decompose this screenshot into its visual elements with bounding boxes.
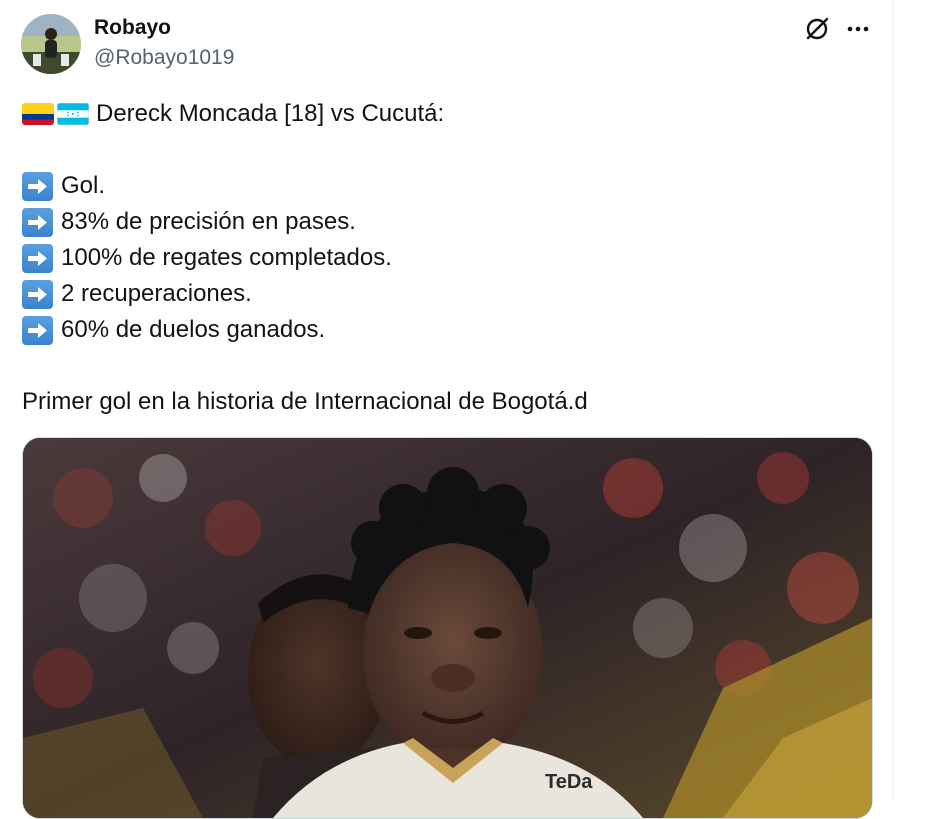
more-dots-icon[interactable]: [843, 14, 873, 44]
flags: [22, 103, 89, 125]
right-arrow-icon: [22, 207, 53, 237]
stat-text: 60% de duelos ganados.: [61, 316, 326, 343]
tweet-text: Dereck Moncada [18] vs Cucutá: Gol. 83% …: [22, 96, 872, 420]
tweet[interactable]: Robayo @Robayo1019 Dereck Moncada [18] v…: [0, 0, 893, 819]
stat-item: 2 recuperaciones.: [22, 276, 872, 312]
closing-line: Primer gol en la historia de Internacion…: [22, 388, 588, 415]
right-arrow-icon: [22, 243, 53, 273]
stat-item: 83% de precisión en pases.: [22, 204, 872, 240]
right-arrow-icon: [22, 279, 53, 309]
column-divider: [893, 0, 894, 800]
user-handle[interactable]: @Robayo1019: [94, 46, 234, 70]
right-arrow-icon: [22, 171, 53, 201]
stat-item: 100% de regates completados.: [22, 240, 872, 276]
tweet-photo[interactable]: TeDa: [22, 437, 873, 819]
honduras-flag-icon: [57, 103, 89, 125]
stat-item: Gol.: [22, 168, 872, 204]
stat-text: 2 recuperaciones.: [61, 280, 252, 307]
stat-text: 100% de regates completados.: [61, 244, 392, 271]
jersey-sponsor-text: TeDa: [545, 771, 593, 793]
stat-text: Gol.: [61, 172, 106, 199]
avatar[interactable]: [21, 14, 81, 74]
stat-item: 60% de duelos ganados.: [22, 312, 872, 348]
headline-line: Dereck Moncada [18] vs Cucutá:: [22, 96, 872, 132]
headline-text: Dereck Moncada [18] vs Cucutá:: [96, 100, 445, 127]
stat-text: 83% de precisión en pases.: [61, 208, 356, 235]
right-arrow-icon: [22, 315, 53, 345]
display-name[interactable]: Robayo: [94, 16, 171, 40]
colombia-flag-icon: [22, 103, 54, 125]
grok-icon[interactable]: [802, 14, 832, 44]
